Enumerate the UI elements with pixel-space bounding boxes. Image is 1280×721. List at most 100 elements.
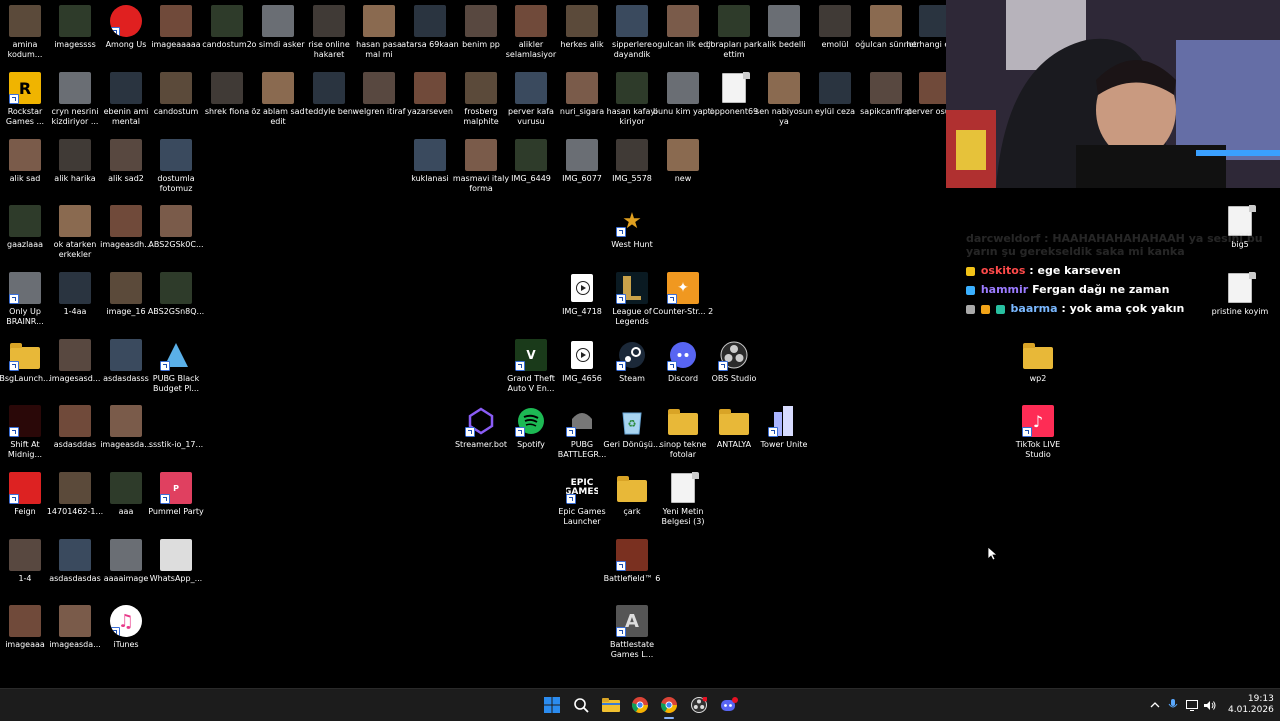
recycle-bin-icon[interactable]: ♻ Geri Dönüşü...	[603, 405, 661, 450]
desktop-icon[interactable]: asdasddas	[50, 405, 100, 450]
start-button[interactable]	[541, 695, 563, 715]
steam-icon[interactable]: Steam	[607, 339, 657, 384]
desktop-icon[interactable]: 14701462-1...	[47, 472, 103, 517]
text-file-icon[interactable]: Yeni Metin Belgesi (3)	[658, 472, 708, 527]
counter-strike-icon[interactable]: ✦ Counter-Str... 2	[653, 272, 713, 317]
desktop-icon[interactable]: imageaaa	[0, 605, 50, 650]
discord-icon[interactable]: Discord	[658, 339, 708, 384]
clock[interactable]: 19:13 4.01.2026	[1228, 694, 1274, 716]
desktop-icon[interactable]: PUBG Black Budget Pl...	[151, 339, 201, 394]
desktop-icon[interactable]: image_16	[101, 272, 151, 317]
desktop-icon[interactable]: WhatsApp_...	[150, 539, 202, 584]
desktop-icon[interactable]: alik bedelli	[759, 5, 809, 50]
desktop-icon[interactable]: 1-4	[0, 539, 50, 584]
desktop-icon[interactable]: sen nabiyosun ya	[755, 72, 813, 127]
video-file-icon[interactable]: IMG_4656	[557, 339, 607, 384]
folder-icon[interactable]: wp2	[1013, 339, 1063, 384]
desktop-icon[interactable]: ok atarken erkekler	[50, 205, 100, 260]
desktop-icon[interactable]: kuklanasi	[405, 139, 455, 184]
desktop-icon[interactable]: IMG_6449	[506, 139, 556, 184]
desktop-icon[interactable]: 1-4aa	[50, 272, 100, 317]
desktop-icon[interactable]: Shift At Midnig...	[0, 405, 50, 460]
desktop-icon[interactable]: IMG_6077	[557, 139, 607, 184]
epic-games-icon[interactable]: EPIC GAMES Epic Games Launcher	[557, 472, 607, 527]
desktop-icon[interactable]: ABS2GSk0C...	[148, 205, 204, 250]
obs-studio-icon[interactable]: OBS Studio	[709, 339, 759, 384]
desktop-icon[interactable]: aaa	[101, 472, 151, 517]
desktop-icon[interactable]: alikler selamlasiyor	[506, 5, 556, 60]
microphone-icon[interactable]	[1168, 699, 1178, 711]
west-hunt-icon[interactable]: ★ West Hunt	[607, 205, 657, 250]
desktop-icon[interactable]: Among Us	[101, 5, 151, 50]
desktop-icon[interactable]: emolül	[810, 5, 860, 50]
desktop-icon[interactable]: eylül ceza	[810, 72, 860, 117]
desktop-icon[interactable]: dostumla fotomuz	[151, 139, 201, 194]
desktop-icon[interactable]: hasan pasa mal mi	[354, 5, 404, 60]
desktop-icon[interactable]: aaaaimage	[101, 539, 151, 584]
speaker-icon[interactable]	[1204, 700, 1216, 711]
spotify-icon[interactable]: Spotify	[506, 405, 556, 450]
desktop-icon[interactable]: Only Up BRAINR...	[0, 272, 50, 327]
desktop-icon[interactable]: gaazlaaa	[0, 205, 50, 250]
discord-taskbar-button[interactable]	[718, 695, 740, 715]
desktop-icon[interactable]: amina kodum...	[0, 5, 50, 60]
desktop-icon[interactable]: ssstik-io_17...	[149, 405, 203, 450]
desktop-icon[interactable]: imageasdh...	[100, 205, 152, 250]
desktop-icon[interactable]: öz ablam sad edit	[251, 72, 305, 127]
obs-taskbar-button[interactable]	[688, 695, 710, 715]
desktop-icon[interactable]: welgren itiraf	[352, 72, 406, 117]
folder-icon[interactable]: ANTALYA	[709, 405, 759, 450]
desktop-icon[interactable]: ogulcan ilk edit	[652, 5, 714, 50]
desktop-icon[interactable]: ebenin ami mental	[101, 72, 151, 127]
battlefield-icon[interactable]: Battlefield™ 6	[604, 539, 660, 584]
desktop-icon[interactable]: nuri_sigara	[557, 72, 607, 117]
desktop-icon[interactable]: ABS2GSn8Q...	[148, 272, 204, 317]
desktop-icon[interactable]: teddyle ben	[304, 72, 354, 117]
search-button[interactable]	[570, 695, 592, 715]
desktop-icon[interactable]: shrek fiona	[202, 72, 252, 117]
desktop-icon[interactable]: ♫ iTunes	[101, 605, 151, 650]
desktop-icon[interactable]: benim pp	[456, 5, 506, 50]
desktop-icon[interactable]: o simdi asker	[251, 5, 305, 50]
chrome-profile-button[interactable]	[658, 695, 680, 719]
file-explorer-button[interactable]	[600, 695, 622, 715]
desktop-icon[interactable]: cryn nesrini kizdiriyor ...	[50, 72, 100, 127]
desktop-icon[interactable]: herkes alik	[557, 5, 607, 50]
pubg-icon[interactable]: PUBG BATTLEGR...	[557, 405, 607, 460]
tower-unite-icon[interactable]: Tower Unite	[759, 405, 809, 450]
desktop-icon[interactable]: P Pummel Party	[148, 472, 204, 517]
video-file-icon[interactable]: IMG_4718	[557, 272, 607, 317]
battlestate-icon[interactable]: A Battlestate Games L...	[607, 605, 657, 660]
desktop-icon[interactable]: alik harika	[50, 139, 100, 184]
desktop-icon[interactable]: sipperlere dayandik	[607, 5, 657, 60]
desktop-icon[interactable]: alik sad2	[101, 139, 151, 184]
gta-v-icon[interactable]: V Grand Theft Auto V En...	[506, 339, 556, 394]
desktop-icon[interactable]: imageaaaaa	[151, 5, 201, 50]
desktop-icon[interactable]: yazarseven	[405, 72, 455, 117]
desktop-icon[interactable]: alik sad	[0, 139, 50, 184]
desktop-icon[interactable]: R Rockstar Games ...	[0, 72, 50, 127]
desktop-icon[interactable]: masmavi italy forma	[453, 139, 509, 194]
desktop-icon[interactable]: Feign	[0, 472, 50, 517]
desktop-icon[interactable]: hasan kafayi kiriyor	[607, 72, 657, 127]
desktop-icon[interactable]: new	[658, 139, 708, 184]
desktop-icon[interactable]: candostum	[151, 72, 201, 117]
desktop-icon[interactable]: IMG_5578	[607, 139, 657, 184]
streamer-bot-icon[interactable]: Streamer.bot	[455, 405, 507, 450]
desktop-icon[interactable]: rise online hakaret	[304, 5, 354, 60]
chevron-up-icon[interactable]	[1150, 700, 1160, 710]
chrome-button[interactable]	[629, 695, 651, 715]
folder-icon[interactable]: çark	[607, 472, 657, 517]
desktop-icon[interactable]: candostum2	[202, 5, 252, 50]
desktop-icon[interactable]: çorapları park ettim	[706, 5, 762, 60]
desktop-icon[interactable]: BsgLaunch...	[0, 339, 51, 384]
desktop-icon[interactable]: opponent69	[709, 72, 759, 117]
desktop-icon[interactable]: bunu kim yapti	[653, 72, 713, 117]
folder-icon[interactable]: sinop tekne fotolar	[658, 405, 708, 460]
desktop-icon[interactable]: perver kafa vurusu	[506, 72, 556, 127]
monitor-icon[interactable]	[1186, 699, 1198, 711]
desktop-icon[interactable]: imageasda...	[100, 405, 152, 450]
desktop-icon[interactable]: atarsa 69kaan	[401, 5, 459, 50]
league-of-legends-icon[interactable]: League of Legends	[607, 272, 657, 327]
desktop-icon[interactable]: imagessss	[50, 5, 100, 50]
